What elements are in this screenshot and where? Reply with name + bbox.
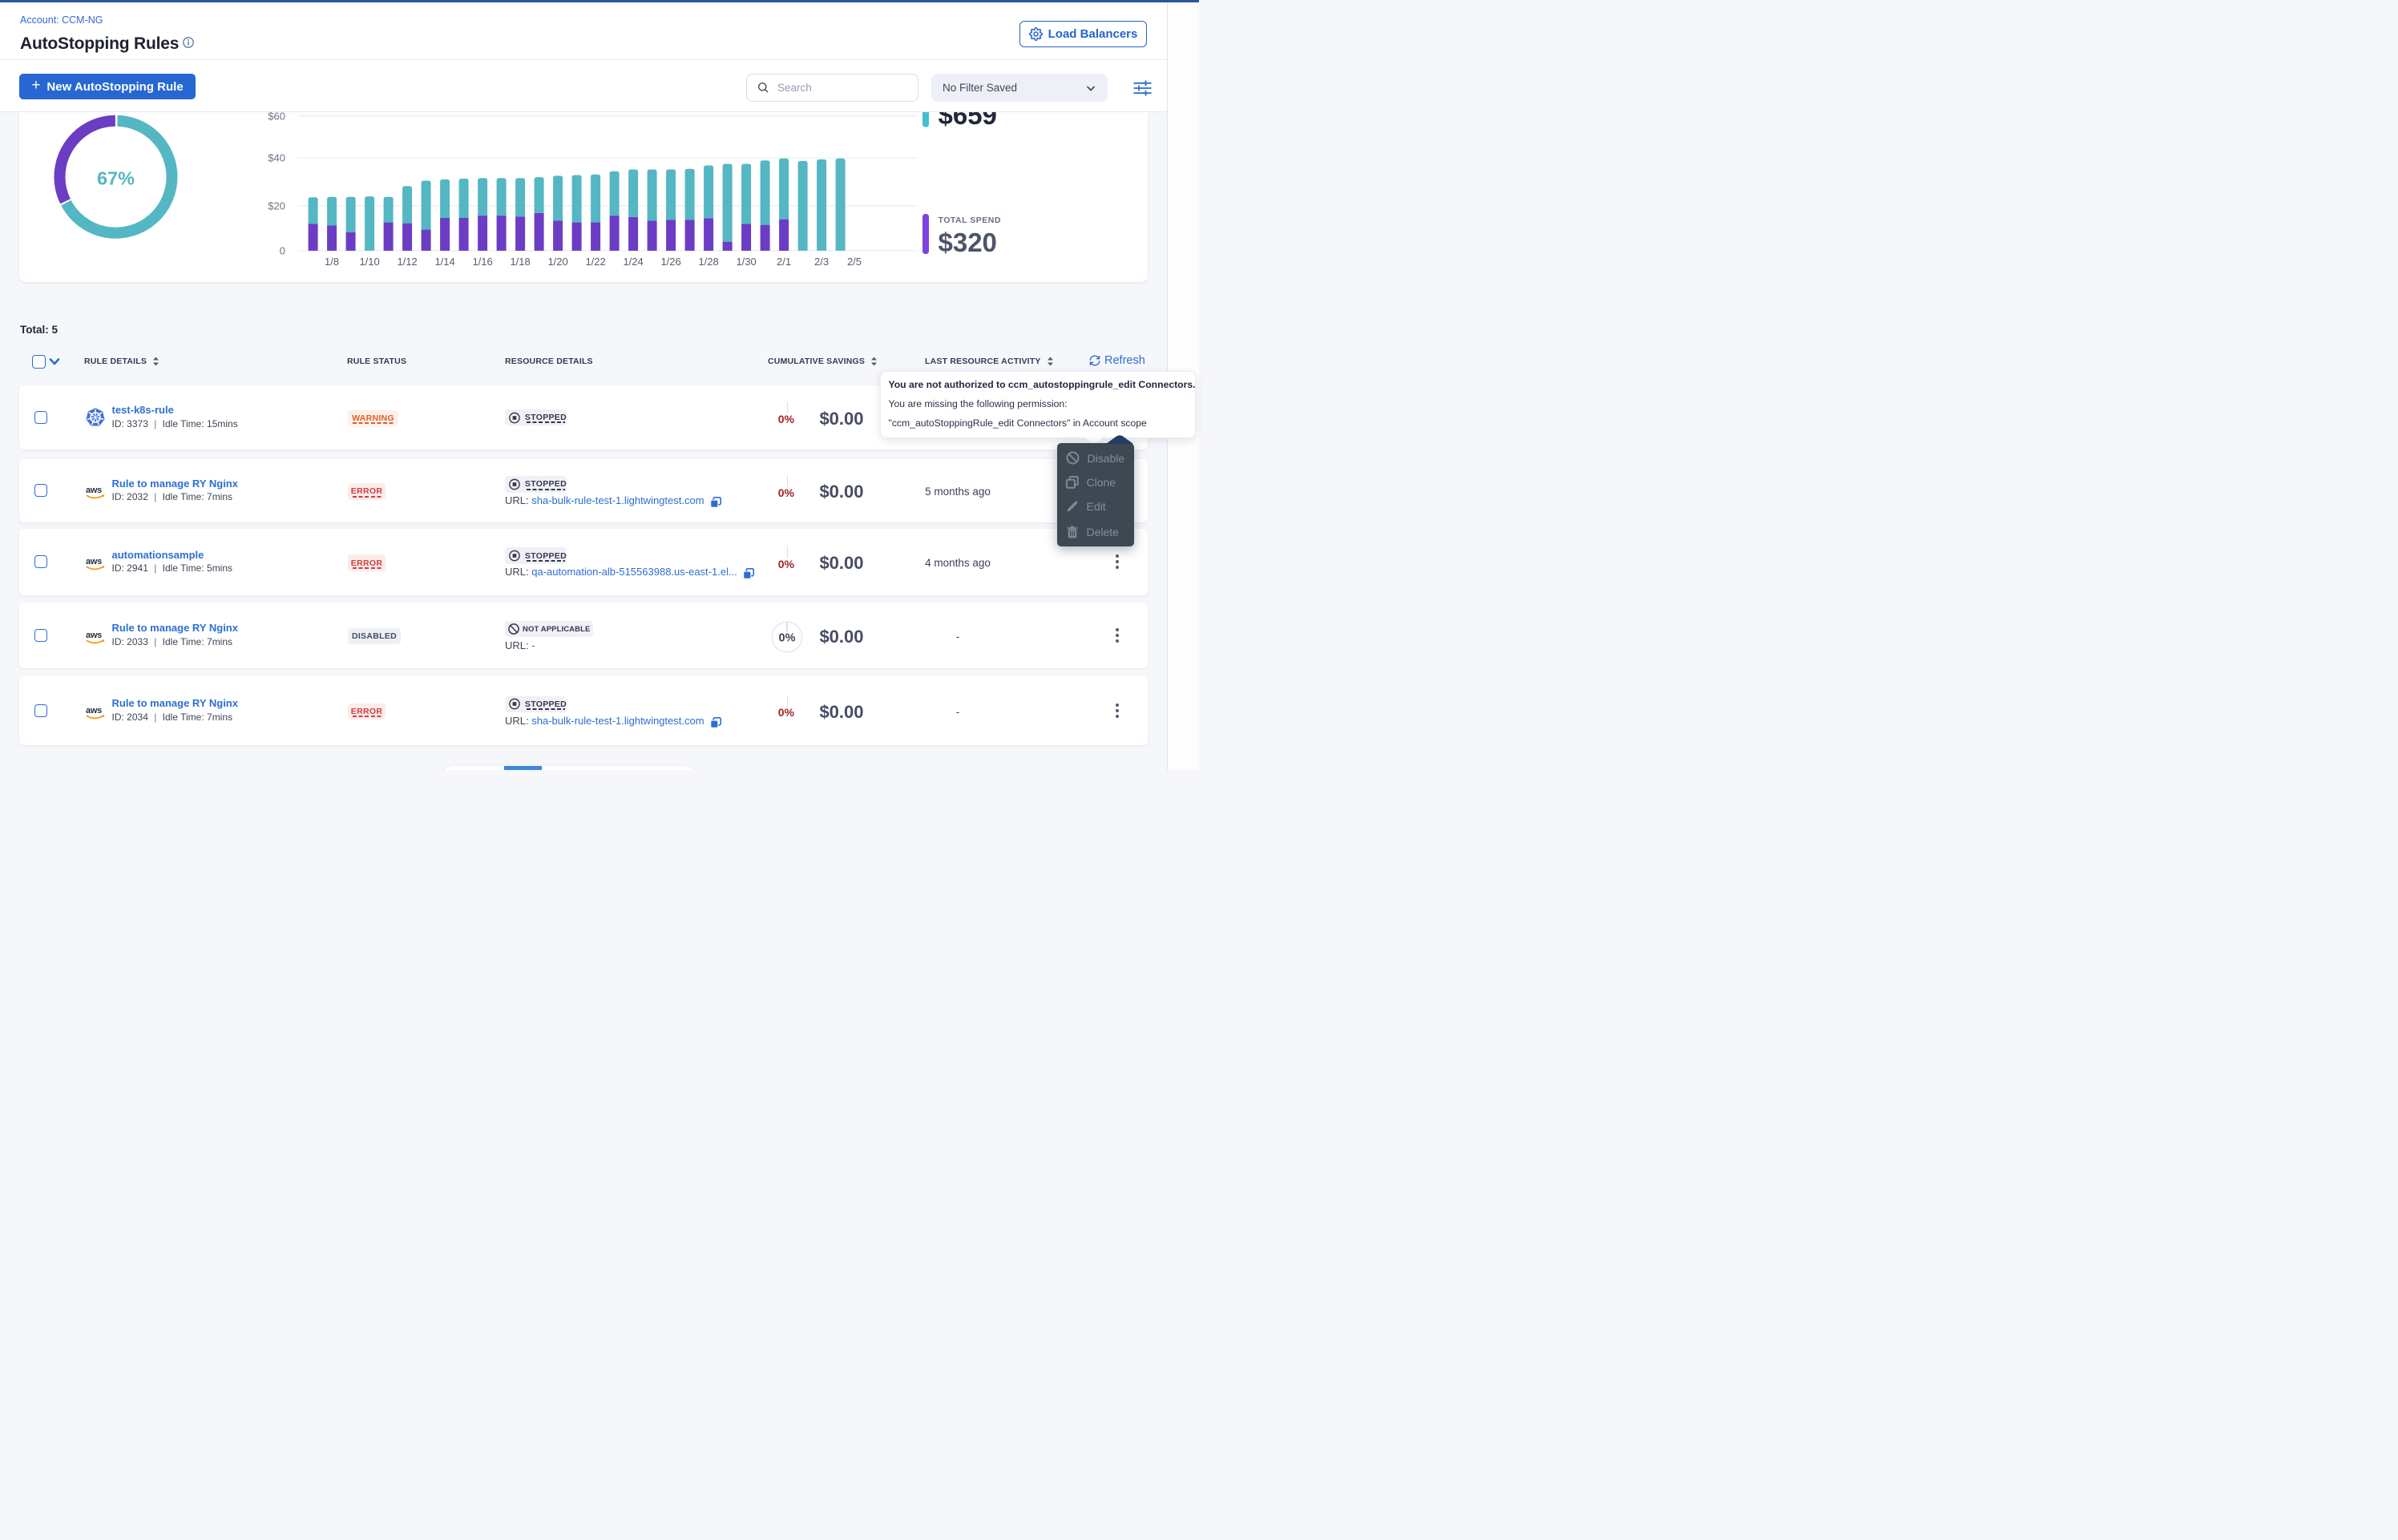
svg-text:1/16: 1/16 — [472, 256, 492, 268]
svg-text:2/1: 2/1 — [777, 256, 791, 268]
svg-text:$659: $659 — [939, 112, 997, 130]
svg-text:$60: $60 — [268, 112, 285, 122]
svg-text:TOTAL SPEND: TOTAL SPEND — [939, 216, 1001, 225]
svg-text:67%: 67% — [97, 168, 135, 189]
svg-text:2/3: 2/3 — [814, 256, 829, 268]
svg-text:$320: $320 — [939, 228, 997, 257]
svg-text:$20: $20 — [268, 200, 285, 212]
svg-text:1/10: 1/10 — [359, 256, 379, 268]
svg-text:1/30: 1/30 — [736, 256, 756, 268]
svg-text:1/28: 1/28 — [698, 256, 718, 268]
svg-text:1/20: 1/20 — [547, 256, 567, 268]
svg-text:1/8: 1/8 — [325, 256, 339, 268]
svg-text:1/22: 1/22 — [585, 256, 605, 268]
svg-text:1/18: 1/18 — [510, 256, 530, 268]
svg-text:aws: aws — [86, 631, 102, 640]
svg-text:aws: aws — [86, 557, 102, 566]
svg-text:1/24: 1/24 — [623, 256, 643, 268]
svg-text:1/26: 1/26 — [660, 256, 680, 268]
svg-text:1/14: 1/14 — [434, 256, 454, 268]
svg-text:$40: $40 — [268, 152, 285, 164]
svg-text:0: 0 — [280, 244, 285, 256]
svg-text:aws: aws — [86, 706, 102, 716]
svg-text:1/12: 1/12 — [397, 256, 417, 268]
svg-text:2/5: 2/5 — [847, 256, 862, 268]
svg-text:aws: aws — [86, 486, 102, 495]
